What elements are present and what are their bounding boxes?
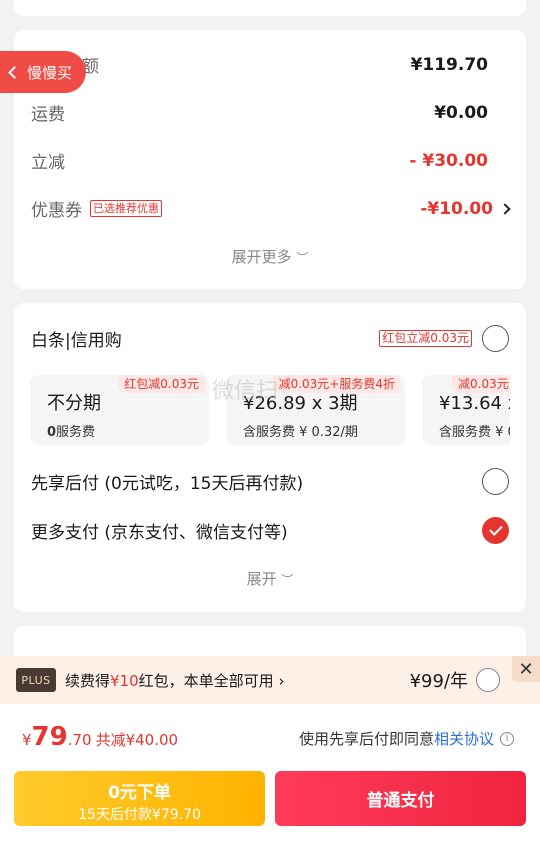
plus-price: ¥99/年 [409, 671, 468, 692]
plan-fee: 0服务费 [47, 421, 209, 440]
goods-amount-value: ¥119.70 [410, 54, 488, 75]
expand-payment-button[interactable]: 展开 ︶ [14, 568, 526, 589]
zero-yuan-order-label: 0元下单 [108, 783, 171, 803]
coupon-label: 优惠券 [31, 201, 82, 221]
instant-discount-row: 立减 - ¥30.00 [31, 148, 509, 174]
chevron-left-icon [8, 65, 21, 79]
watermark: 微信扫 [212, 379, 279, 404]
pay-later-row[interactable]: 先享后付 (0元试吃，15天后再付款) [31, 468, 509, 495]
more-payment-row[interactable]: 更多支付 (京东支付、微信支付等) [31, 517, 509, 544]
more-payment-label: 更多支付 (京东支付、微信支付等) [31, 523, 288, 543]
total-price: ¥ 79 .70 共减¥40.00 [22, 722, 178, 752]
baitiao-redpacket-tag: 红包立减0.03元 [379, 330, 472, 347]
goods-amount-row: 商品金额 ¥119.70 [31, 52, 509, 78]
plan-no-installment[interactable]: 红包减0.03元 不分期 0服务费 [30, 375, 209, 445]
coupon-row[interactable]: 优惠券 已选推荐优惠 -¥10.00 [31, 196, 511, 221]
agreement-link[interactable]: 相关协议 [434, 728, 494, 749]
info-icon[interactable]: i [500, 731, 514, 746]
plan-ribbon: 红包减0.03元 [118, 375, 205, 393]
previous-card [14, 0, 526, 16]
plan-fee-amount: 0 [47, 425, 57, 440]
pay-later-label: 先享后付 (0元试吃，15天后再付款) [31, 474, 304, 494]
plus-text-highlight: ¥10 [110, 671, 139, 690]
baitiao-row[interactable]: 白条|信用购 红包立减0.03元 [31, 325, 509, 352]
plus-text-pre: 续费得 [65, 671, 111, 690]
baitiao-radio[interactable] [482, 325, 509, 352]
shipping-value: ¥0.00 [434, 102, 488, 123]
baitiao-label: 白条|信用购 [31, 331, 122, 351]
payment-method-card: 白条|信用购 红包立减0.03元 红包减0.03元 不分期 0服务费 减0.03… [14, 303, 526, 612]
plus-promo-text: 续费得¥10红包，本单全部可用 › [65, 670, 284, 691]
instant-discount-label: 立减 [31, 153, 65, 173]
instant-discount-value: - ¥30.00 [409, 150, 488, 171]
more-payment-radio-checked[interactable] [482, 517, 509, 544]
chevron-right-icon: › [278, 671, 285, 690]
plus-membership-bar[interactable]: PLUS 续费得¥10红包，本单全部可用 › ¥99/年 ✕ [0, 656, 540, 704]
coupon-value: -¥10.00 [420, 198, 493, 219]
total-integer: 79 [31, 722, 68, 752]
plan-ribbon: 减0.03元 [452, 375, 510, 393]
coupon-recommended-tag: 已选推荐优惠 [90, 200, 162, 217]
shipping-row: 运费 ¥0.00 [31, 100, 509, 126]
zero-yuan-order-button[interactable]: 0元下单 15天后付款¥79.70 [14, 771, 265, 826]
close-icon[interactable]: ✕ [512, 656, 540, 682]
checkout-summary: ¥ 79 .70 共减¥40.00 使用先享后付即同意 相关协议 i 0元下单 … [0, 704, 540, 843]
back-label: 慢慢买 [27, 63, 73, 82]
plan-9-installments[interactable]: 减0.03元 ¥13.64 x 9期 含服务费 ¥ 0.2/期 [422, 375, 510, 445]
plan-fee: 含服务费 ¥ 0.2/期 [439, 425, 510, 440]
plus-radio[interactable] [476, 668, 500, 692]
back-to-manmanmai-button[interactable]: 慢慢买 [0, 51, 86, 93]
chevron-down-icon: ︶ [281, 573, 294, 587]
price-breakdown-card: 商品金额 ¥119.70 运费 ¥0.00 立减 - ¥30.00 优惠券 已选… [14, 30, 526, 289]
pay-later-radio[interactable] [482, 468, 509, 495]
plus-text-post: 红包，本单全部可用 [138, 671, 274, 690]
expand-more-button[interactable]: 展开更多 ︶ [14, 246, 526, 267]
chevron-right-icon [499, 202, 511, 215]
normal-pay-label: 普通支付 [366, 791, 435, 811]
chevron-down-icon: ︶ [296, 251, 309, 265]
plus-logo: PLUS [16, 668, 56, 692]
total-decimal: .70 [67, 731, 92, 749]
shipping-label: 运费 [31, 105, 65, 125]
agreement-text: 使用先享后付即同意 [298, 730, 434, 748]
total-saved: 共减¥40.00 [95, 731, 179, 749]
expand-payment-label: 展开 [246, 570, 277, 588]
plan-ribbon: 减0.03元+服务费4折 [272, 375, 401, 393]
total-currency: ¥ [22, 731, 32, 749]
normal-pay-button[interactable]: 普通支付 [275, 771, 526, 826]
agreement-line: 使用先享后付即同意 相关协议 i [299, 728, 514, 749]
plan-fee: 含服务费 ¥ 0.32/期 [243, 425, 358, 440]
pay-later-amount-label: 15天后付款¥79.70 [78, 807, 201, 823]
expand-more-label: 展开更多 [231, 248, 292, 266]
plan-fee-label: 服务费 [56, 425, 96, 440]
